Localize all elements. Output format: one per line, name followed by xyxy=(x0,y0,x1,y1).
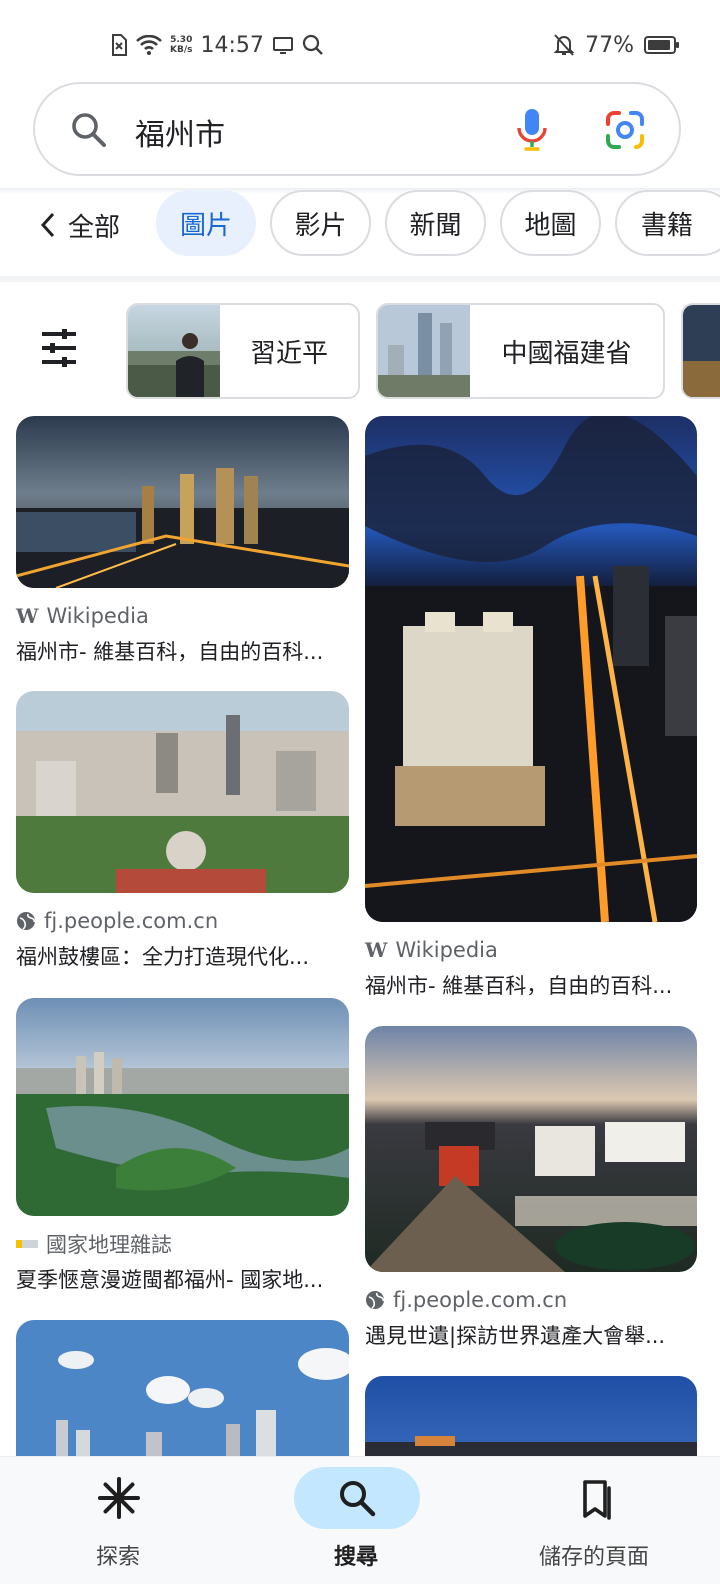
chevron-left-icon xyxy=(40,212,55,238)
suggestion-chip[interactable]: 習近平 xyxy=(126,303,360,399)
microphone-icon[interactable] xyxy=(515,108,549,156)
suggestion-label: 習近平 xyxy=(249,338,328,369)
wikipedia-icon: W xyxy=(365,938,388,962)
image-result-card[interactable]: W Wikipedia 福州市- 維基百科，自由的百科... xyxy=(365,416,697,1000)
search-icon xyxy=(71,112,107,152)
suggestion-chip[interactable] xyxy=(681,303,720,399)
image-result-card[interactable]: fj.people.com.cn 遇見世遺|探訪世界遺產大會舉... xyxy=(365,1026,697,1350)
notifications-off-icon xyxy=(553,33,575,57)
nav-discover-pill xyxy=(56,1467,182,1529)
result-title[interactable]: 福州市- 維基百科，自由的百科... xyxy=(365,970,697,1000)
nav-saved-pill xyxy=(532,1467,658,1529)
result-source[interactable]: W Wikipedia xyxy=(365,936,697,964)
result-source-name: fj.people.com.cn xyxy=(393,1288,568,1312)
image-result-card[interactable]: fj.people.com.cn 福州鼓樓區：全力打造現代化... xyxy=(16,691,349,971)
search-icon xyxy=(340,1481,376,1517)
suggestion-thumbnail xyxy=(128,305,220,397)
result-source[interactable]: W Wikipedia xyxy=(16,602,349,630)
bookmarks-icon xyxy=(583,1480,611,1520)
nav-search-pill xyxy=(294,1467,420,1529)
search-status-icon xyxy=(302,34,324,56)
result-source[interactable]: fj.people.com.cn xyxy=(16,907,349,935)
result-title[interactable]: 福州鼓樓區：全力打造現代化... xyxy=(16,941,349,971)
asterisk-icon xyxy=(98,1477,140,1519)
search-tabs: 全部 圖片 影片 新聞 地圖 書籍 xyxy=(0,190,720,262)
search-box[interactable]: 福州市 xyxy=(33,82,681,176)
tab-books[interactable]: 書籍 xyxy=(615,190,720,256)
result-image[interactable] xyxy=(16,416,349,588)
status-bar: 5.30 KB/s 14:57 77% xyxy=(0,0,720,84)
tab-maps[interactable]: 地圖 xyxy=(500,190,601,256)
status-right: 77% xyxy=(553,30,680,60)
image-result-card[interactable]: W Wikipedia 福州市- 維基百科，自由的百科... xyxy=(16,416,349,666)
result-title[interactable]: 福州市- 維基百科，自由的百科... xyxy=(16,636,349,666)
globe-icon xyxy=(17,912,35,930)
search-input[interactable]: 福州市 xyxy=(135,110,225,154)
nav-saved-label: 儲存的頁面 xyxy=(538,1545,649,1570)
result-image[interactable] xyxy=(365,416,697,922)
result-title[interactable]: 夏季愜意漫遊閩都福州- 國家地... xyxy=(16,1264,349,1294)
bottom-navigation: 探索 搜尋 儲存的頁面 xyxy=(0,1456,720,1584)
suggestion-thumbnail xyxy=(683,305,720,397)
result-source-name: fj.people.com.cn xyxy=(44,909,219,933)
tab-news[interactable]: 新聞 xyxy=(385,190,486,256)
wifi-icon xyxy=(136,35,162,55)
screen-cast-icon xyxy=(272,36,294,54)
result-source-name: Wikipedia xyxy=(395,938,498,962)
suggestion-thumbnail xyxy=(378,305,470,397)
nav-discover[interactable]: 探索 xyxy=(18,1457,218,1584)
nav-search[interactable]: 搜尋 xyxy=(256,1457,456,1584)
result-image[interactable] xyxy=(365,1026,697,1272)
result-title[interactable]: 遇見世遺|探訪世界遺產大會舉... xyxy=(365,1320,697,1350)
network-speed-value: 5.30 xyxy=(170,35,193,45)
network-speed-unit: KB/s xyxy=(170,45,193,55)
nav-saved[interactable]: 儲存的頁面 xyxy=(494,1457,694,1584)
clock: 14:57 xyxy=(200,32,264,58)
network-speed: 5.30 KB/s xyxy=(170,35,192,55)
natgeo-logo-icon xyxy=(16,1240,38,1248)
google-lens-icon[interactable] xyxy=(605,110,645,154)
globe-icon xyxy=(366,1291,384,1309)
tab-all-label: 全部 xyxy=(68,212,121,243)
no-sim-icon xyxy=(110,34,128,56)
section-divider xyxy=(0,276,720,282)
result-image[interactable] xyxy=(16,998,349,1216)
image-result-card[interactable]: 國家地理雜誌 夏季愜意漫遊閩都福州- 國家地... xyxy=(16,998,349,1294)
result-image[interactable] xyxy=(16,691,349,893)
result-source[interactable]: fj.people.com.cn xyxy=(365,1286,697,1314)
tab-images[interactable]: 圖片 xyxy=(156,190,256,256)
battery-icon xyxy=(644,36,680,54)
result-source-name: Wikipedia xyxy=(46,604,149,628)
result-source-name: 國家地理雜誌 xyxy=(46,1233,172,1257)
tab-videos[interactable]: 影片 xyxy=(270,190,371,256)
status-left: 5.30 KB/s 14:57 xyxy=(110,30,324,60)
tab-all[interactable]: 全部 xyxy=(40,200,120,250)
suggestion-chip[interactable]: 中國福建省 xyxy=(376,303,665,399)
suggestion-label: 中國福建省 xyxy=(501,338,632,369)
battery-percent: 77% xyxy=(585,32,634,58)
nav-search-label: 搜尋 xyxy=(333,1545,378,1570)
result-source[interactable]: 國家地理雜誌 xyxy=(16,1230,349,1258)
nav-discover-label: 探索 xyxy=(95,1545,140,1570)
filter-sliders-icon[interactable] xyxy=(40,326,78,374)
wikipedia-icon: W xyxy=(16,604,39,628)
